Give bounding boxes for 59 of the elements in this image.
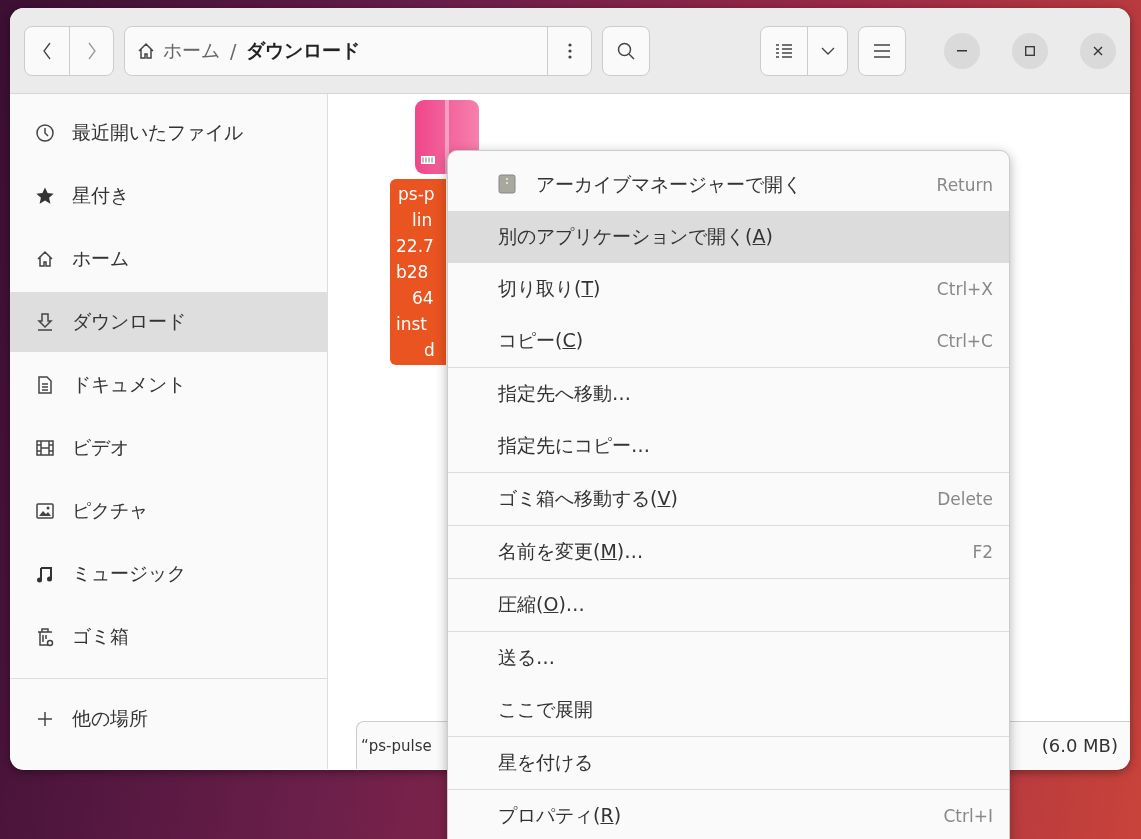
close-button[interactable] [1080,32,1116,69]
path-crumb[interactable]: ダウンロード [246,37,361,64]
sidebar-item[interactable]: ミュージック [10,544,327,604]
list-icon [775,42,793,59]
menu-item[interactable]: 指定先にコピー… [448,420,1009,472]
home-icon [36,250,54,268]
music-note-icon [35,564,55,584]
film-icon [35,438,55,458]
caret-icon [820,46,835,55]
back-icon [42,41,52,60]
sidebar-item[interactable]: ホーム [10,229,327,289]
menu-item[interactable]: 送る… [448,632,1009,684]
path-separator: / [230,39,237,62]
shortcut-label: Ctrl+C [936,331,993,351]
menu-item[interactable]: コピー(C) Ctrl+C [448,315,1009,367]
shortcut-label: F2 [972,542,993,562]
minimize-icon [957,49,967,52]
menu-item[interactable]: 指定先へ移動… [448,368,1009,420]
sidebar-item[interactable]: ビデオ [10,418,327,478]
picture-icon [35,501,55,521]
document-icon [35,375,55,395]
sidebar-item[interactable]: 最近開いたファイル [10,103,327,163]
maximize-icon [1025,45,1035,56]
menu-item[interactable]: 別のアプリケーションで開く(A) [448,211,1009,263]
forward-icon [86,41,97,60]
star-icon [35,186,55,206]
menu-item[interactable]: プロパティ(R) Ctrl+I [448,790,1009,839]
close-icon [1093,45,1103,56]
sidebar-item[interactable]: ドキュメント [10,355,327,415]
shortcut-label: Delete [937,489,993,509]
menu-item[interactable]: ゴミ箱へ移動する(V) Delete [448,473,1009,525]
shortcut-label: Return [936,175,993,195]
sidebar-item[interactable]: 他の場所 [10,689,327,749]
search-icon [616,40,636,61]
sidebar-item[interactable]: ピクチャ [10,481,327,541]
shortcut-label: Ctrl+X [936,279,993,299]
menu-item[interactable]: 名前を変更(M)… F2 [448,526,1009,578]
menu-item[interactable]: ここで展開 [448,684,1009,736]
home-icon [137,41,155,60]
more-icon [567,42,572,59]
maximize-button[interactable] [1012,32,1048,69]
sidebar-item[interactable]: 星付き [10,166,327,226]
menu-item[interactable]: 圧縮(O)… [448,579,1009,631]
download-icon [35,312,55,332]
plus-icon [36,710,54,728]
status-size: (6.0 MB) [1041,735,1118,756]
shortcut-label: Ctrl+I [943,806,993,826]
sidebar-item[interactable]: ゴミ箱 [10,607,327,667]
archive-icon [498,174,516,194]
status-text: “ps-pulse [361,736,432,755]
menu-item[interactable]: 星を付ける [448,737,1009,789]
clock-icon [35,123,55,143]
path-crumb[interactable]: ホーム [137,37,220,64]
trash-icon [35,627,55,647]
menu-item[interactable]: 切り取り(T) Ctrl+X [448,263,1009,315]
file-name-label[interactable]: ps-p lin 22.7 b28 64 inst d [390,179,446,365]
menu-icon [874,43,890,58]
menu-item[interactable]: アーカイブマネージャーで開く Return [448,159,1009,211]
sidebar-item[interactable]: ダウンロード [10,292,327,352]
